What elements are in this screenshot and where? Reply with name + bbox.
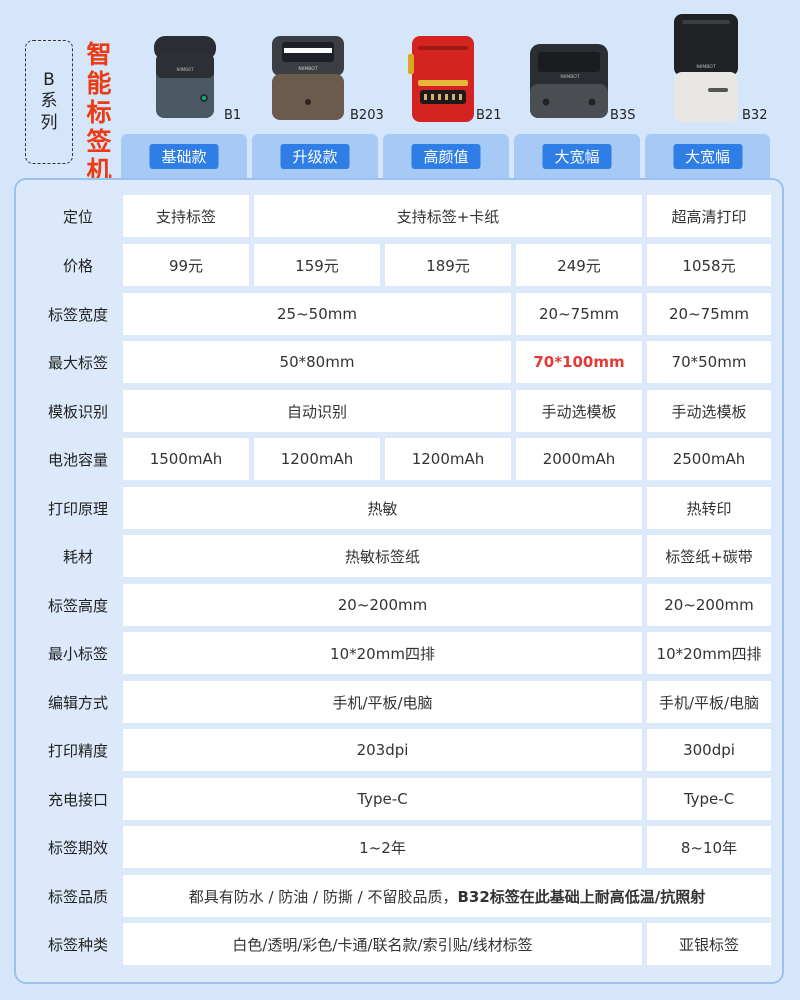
printer-b203-image: NIIMBOT <box>272 36 344 120</box>
printer-b203-brand: NIIMBOT <box>298 66 317 72</box>
tag-b21-label: 高颜值 <box>411 144 481 169</box>
row-label: 充电接口 <box>47 790 108 809</box>
tag-b1-label: 基础款 <box>149 144 219 169</box>
table-cell: 标签纸+碳带 <box>647 535 771 577</box>
tag-b3s: 大宽幅 <box>514 134 640 178</box>
table-cell: 159元 <box>254 244 380 286</box>
table-cell: 20~200mm <box>123 584 642 626</box>
row-label: 价格 <box>62 256 93 275</box>
row-label: 标签高度 <box>47 596 108 615</box>
printer-b32-brand: NIIMBOT <box>696 64 715 70</box>
product-b1: NIIMBOT B1 <box>146 18 246 128</box>
row-label: 编辑方式 <box>47 693 108 712</box>
table-cell: 20~200mm <box>647 584 771 626</box>
printer-b32-image: NIIMBOT <box>674 14 738 122</box>
table-cell: 1~2年 <box>123 826 642 868</box>
row-label: 电池容量 <box>47 450 108 469</box>
tag-b32: 大宽幅 <box>645 134 770 178</box>
table-cell: 白色/透明/彩色/卡通/联名款/索引贴/线材标签 <box>123 923 642 965</box>
table-cell: 1500mAh <box>123 438 249 480</box>
table-cell: Type-C <box>123 778 642 820</box>
row-label: 定位 <box>62 207 93 226</box>
row-label: 最小标签 <box>47 644 108 663</box>
row-label: 最大标签 <box>47 353 108 372</box>
tag-b203: 升级款 <box>252 134 378 178</box>
tag-b32-label: 大宽幅 <box>672 144 743 169</box>
table-cell-highlight: 70*100mm <box>516 341 642 383</box>
printer-b1-image: NIIMBOT <box>154 36 216 118</box>
table-cell: 热转印 <box>647 487 771 529</box>
table-cell: 249元 <box>516 244 642 286</box>
table-cell: Type-C <box>647 778 771 820</box>
tag-b3s-label: 大宽幅 <box>542 144 612 169</box>
table-cell: 10*20mm四排 <box>123 632 642 674</box>
tag-b21: 高颜值 <box>383 134 509 178</box>
table-cell: 25~50mm <box>123 293 511 335</box>
quality-b32-text: B32标签在此基础上耐高低温/抗照射 <box>457 887 706 906</box>
table-cell: 70*50mm <box>647 341 771 383</box>
table-cell: 超高清打印 <box>647 195 771 237</box>
table-cell: 1200mAh <box>385 438 511 480</box>
tag-b203-label: 升级款 <box>280 144 350 169</box>
table-cell: 手动选模板 <box>516 390 642 432</box>
table-cell: 99元 <box>123 244 249 286</box>
table-cell: 2500mAh <box>647 438 771 480</box>
printer-b3s-brand: NIIMBOT <box>560 74 579 80</box>
table-cell: 50*80mm <box>123 341 511 383</box>
row-label: 耗材 <box>62 547 93 566</box>
table-cell: 手机/平板/电脑 <box>123 681 642 723</box>
table-cell: 20~75mm <box>647 293 771 335</box>
table-cell: 支持标签+卡纸 <box>254 195 642 237</box>
tag-b1: 基础款 <box>121 134 247 178</box>
model-b32: B32 <box>742 108 768 123</box>
row-label: 打印精度 <box>47 741 108 760</box>
table-cell: 支持标签 <box>123 195 249 237</box>
table-cell: 10*20mm四排 <box>647 632 771 674</box>
product-b21: B21 <box>404 18 514 128</box>
row-label: 标签期效 <box>47 838 108 857</box>
model-b3s: B3S <box>610 108 636 123</box>
table-cell: 手动选模板 <box>647 390 771 432</box>
model-b1: B1 <box>224 108 242 123</box>
model-b203: B203 <box>350 108 384 123</box>
table-cell: 亚银标签 <box>647 923 771 965</box>
smart-label-machine-title: 智能标签机 <box>86 40 112 185</box>
table-cell: 1200mAh <box>254 438 380 480</box>
model-b21: B21 <box>476 108 502 123</box>
product-b203: NIIMBOT B203 <box>268 18 386 128</box>
comparison-table: 定位 支持标签 支持标签+卡纸 超高清打印 价格 99元 159元 189元 2… <box>14 178 784 984</box>
table-cell: 2000mAh <box>516 438 642 480</box>
row-label: 模板识别 <box>47 402 108 421</box>
table-cell: 300dpi <box>647 729 771 771</box>
row-label: 标签种类 <box>47 935 108 954</box>
table-cell: 203dpi <box>123 729 642 771</box>
table-cell: 189元 <box>385 244 511 286</box>
table-cell: 热敏标签纸 <box>123 535 642 577</box>
table-cell: 手机/平板/电脑 <box>647 681 771 723</box>
table-cell: 8~10年 <box>647 826 771 868</box>
printer-b1-brand: NIIMBOT <box>176 67 194 72</box>
product-b3s: NIIMBOT B3S <box>526 18 641 128</box>
series-label: B系列 <box>40 70 58 133</box>
table-cell: 20~75mm <box>516 293 642 335</box>
series-label-box: B系列 <box>25 40 73 164</box>
table-cell: 都具有防水 / 防油 / 防撕 / 不留胶品质， B32标签在此基础上耐高低温/抗… <box>123 875 771 917</box>
row-label: 打印原理 <box>47 499 108 518</box>
row-label: 标签品质 <box>47 887 108 906</box>
table-cell: 热敏 <box>123 487 642 529</box>
product-b32: NIIMBOT B32 <box>668 14 778 128</box>
printer-b21-image <box>408 36 474 122</box>
quality-common-text: 都具有防水 / 防油 / 防撕 / 不留胶品质， <box>188 887 458 906</box>
table-cell: 自动识别 <box>123 390 511 432</box>
printer-b3s-image: NIIMBOT <box>530 44 608 118</box>
table-cell: 1058元 <box>647 244 771 286</box>
row-label: 标签宽度 <box>47 305 108 324</box>
